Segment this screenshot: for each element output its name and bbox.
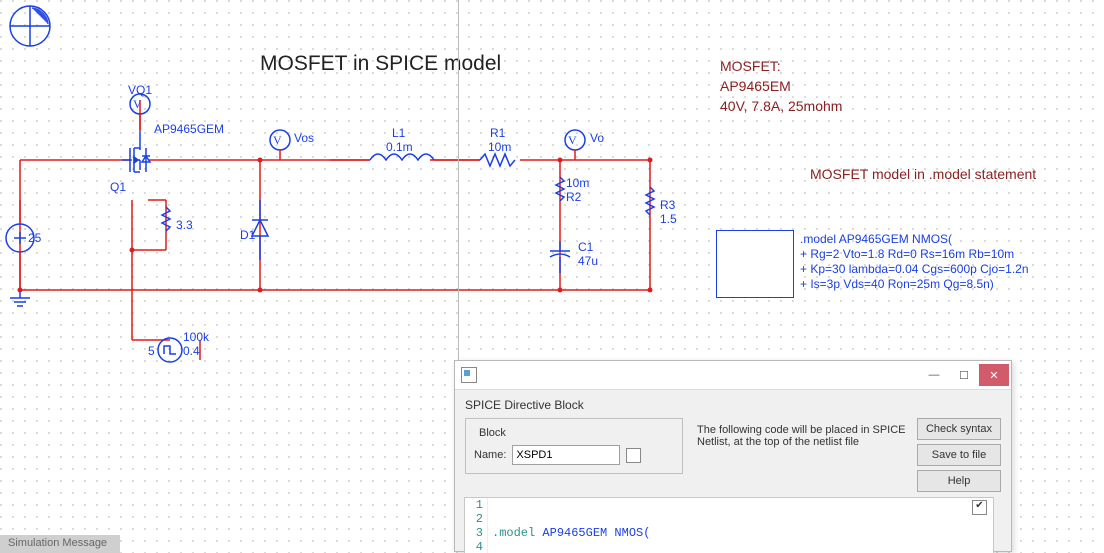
pulse-b: 0.4 [183, 344, 200, 358]
help-button[interactable]: Help [917, 470, 1001, 492]
dialog-info-text: The following code will be placed in SPI… [697, 424, 917, 448]
maximize-button[interactable]: ☐ [949, 364, 979, 386]
anno-model-line: MOSFET model in .model statement [810, 166, 1036, 182]
vsrc-val: 25 [28, 231, 41, 245]
r2-name: R2 [566, 190, 581, 204]
vos-meter-letter: V [273, 133, 282, 148]
schematic-svg [0, 0, 700, 420]
dialog-titlebar[interactable]: — ☐ ✕ [455, 361, 1011, 390]
directive-code-editor[interactable]: 1 2 3 4 .model AP9465GEM NMOS( + Rg=2 Vt… [464, 497, 994, 553]
close-button[interactable]: ✕ [979, 364, 1009, 386]
c1-name: C1 [578, 240, 593, 254]
status-bar: Simulation Message [0, 535, 120, 553]
r3-name: R3 [660, 198, 675, 212]
spice-directive-symbol[interactable] [716, 230, 794, 298]
d1-label: D1 [240, 228, 255, 242]
page-edge [458, 0, 459, 360]
part-label: AP9465GEM [154, 122, 224, 136]
r3-val: 1.5 [660, 212, 677, 226]
r2-val: 10m [566, 176, 589, 190]
vos-label: Vos [294, 131, 314, 145]
vo-label: Vo [590, 131, 604, 145]
block-legend: Block [476, 427, 509, 439]
code-gutter: 1 2 3 4 [465, 498, 488, 553]
model-directive-text: .model AP9465GEM NMOS( + Rg=2 Vto=1.8 Rd… [800, 232, 1029, 292]
vq1-meter-letter: V [133, 97, 142, 112]
vo-meter-letter: V [568, 133, 577, 148]
pulse-freq: 100k [183, 330, 209, 344]
q1-label: Q1 [110, 180, 126, 194]
pulse-a: 5 [148, 344, 155, 358]
l1-name: L1 [392, 126, 405, 140]
dialog-heading: SPICE Directive Block [465, 398, 1001, 412]
gate-r-val: 3.3 [176, 218, 193, 232]
name-label: Name: [474, 449, 506, 461]
code-enable-checkbox[interactable] [972, 500, 987, 515]
save-to-file-button[interactable]: Save to file [917, 444, 1001, 466]
check-syntax-button[interactable]: Check syntax [917, 418, 1001, 440]
minimize-button[interactable]: — [919, 364, 949, 386]
l1-val: 0.1m [386, 140, 413, 154]
c1-val: 47u [578, 254, 598, 268]
block-fieldset: Block Name: [465, 418, 683, 474]
code-lines[interactable]: .model AP9465GEM NMOS( + Rg=2 Vto=1.8 Rd… [488, 498, 758, 553]
anno-mosfet-part: AP9465EM [720, 78, 791, 94]
r1-val: 10m [488, 140, 511, 154]
r1-name: R1 [490, 126, 505, 140]
vq1-label: VQ1 [128, 83, 152, 97]
block-name-input[interactable] [512, 445, 620, 465]
block-checkbox[interactable] [626, 448, 641, 463]
anno-mosfet-rating: 40V, 7.8A, 25mohm [720, 98, 842, 114]
dialog-app-icon [461, 367, 477, 383]
anno-mosfet-heading: MOSFET: [720, 58, 781, 74]
